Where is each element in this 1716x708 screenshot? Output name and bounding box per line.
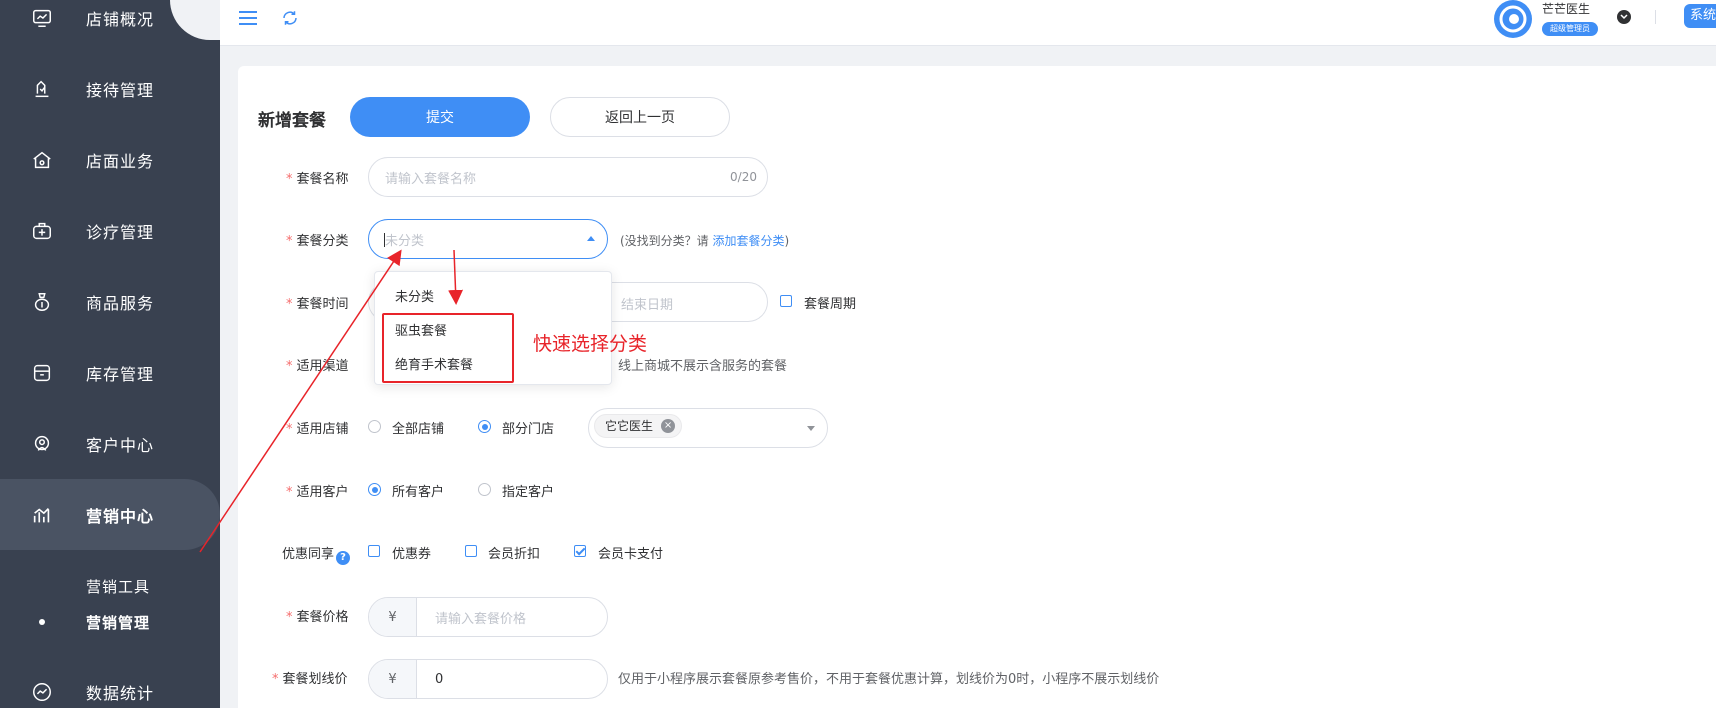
- add-category-link[interactable]: 添加套餐分类: [713, 234, 785, 248]
- store-tag: 它它医生 ×: [594, 414, 683, 438]
- sidebar-subitem-marketing-management[interactable]: 营销管理: [0, 604, 220, 640]
- customer-all-radio[interactable]: [368, 483, 381, 496]
- customer-specific-label: 指定客户: [502, 485, 555, 500]
- sidebar-item-label: 数据统计: [86, 683, 155, 703]
- sidebar-item-store-business[interactable]: 店面业务: [0, 124, 220, 195]
- sidebar-item-label: 库存管理: [86, 364, 155, 384]
- coupon-label: 优惠券: [392, 547, 432, 562]
- category-label: * 套餐分类: [286, 234, 349, 249]
- store-icon: [30, 148, 54, 172]
- sidebar-subitem-label: 营销工具: [86, 577, 151, 596]
- caret-up-icon: [587, 236, 595, 241]
- category-select[interactable]: 未分类: [368, 219, 608, 259]
- store-all-label: 全部店铺: [392, 422, 445, 437]
- sidebar-item-marketing[interactable]: 营销中心: [0, 479, 220, 550]
- back-button[interactable]: 返回上一页: [550, 97, 730, 137]
- name-counter: 0/20: [730, 170, 757, 184]
- chart-icon: [30, 503, 54, 527]
- store-partial-radio[interactable]: [478, 420, 491, 433]
- sidebar-subitem-label: 营销管理: [86, 613, 151, 632]
- help-icon[interactable]: ?: [336, 551, 351, 565]
- avatar[interactable]: [1494, 0, 1532, 38]
- name-label: * 套餐名称: [286, 172, 349, 187]
- channel-hint: 线上商城不展示含服务的套餐: [618, 359, 788, 374]
- menu-icon[interactable]: [236, 6, 260, 30]
- sidebar-item-label: 店面业务: [86, 151, 155, 171]
- top-header: 芒芒医生 超级管理员 系统: [220, 0, 1716, 46]
- sidebar-item-label: 接待管理: [86, 80, 155, 100]
- sidebar-item-label: 店铺概况: [86, 9, 155, 29]
- refresh-icon[interactable]: [278, 6, 302, 30]
- period-checkbox[interactable]: [780, 295, 792, 307]
- original-price-value: 0: [435, 671, 444, 687]
- original-price-hint: 仅用于小程序展示套餐原参考售价，不用于套餐优惠计算，划线价为0时，小程序不展示划…: [618, 672, 1160, 687]
- store-partial-label: 部分门店: [502, 422, 555, 437]
- clipboard-icon: [30, 77, 54, 101]
- member-card-label: 会员卡支付: [598, 547, 664, 562]
- store-label: * 适用店铺: [286, 422, 349, 437]
- user-name: 芒芒医生: [1542, 2, 1591, 16]
- currency-prefix: ¥: [369, 660, 417, 698]
- sidebar-item-statistics[interactable]: 数据统计: [0, 656, 220, 708]
- customer-label: * 适用客户: [286, 485, 349, 500]
- dropdown-option[interactable]: 未分类: [395, 286, 434, 305]
- caret-down-icon: [807, 426, 815, 431]
- active-dot-icon: [39, 619, 45, 625]
- customer-specific-radio[interactable]: [478, 483, 491, 496]
- store-tag-label: 它它医生: [605, 419, 654, 433]
- original-price-label: * 套餐划线价: [272, 672, 348, 687]
- category-hint: (没找到分类？请 添加套餐分类): [620, 234, 790, 248]
- currency-prefix: ¥: [369, 598, 417, 636]
- period-label: 套餐周期: [804, 297, 857, 312]
- submit-button[interactable]: 提交: [350, 97, 530, 137]
- sidebar-item-customers[interactable]: 客户中心: [0, 408, 220, 479]
- end-date-placeholder: 结束日期: [621, 298, 674, 313]
- customer-icon: [30, 432, 54, 456]
- annotation-text: 快速选择分类: [533, 333, 648, 355]
- original-price-input[interactable]: ¥ 0: [368, 659, 608, 699]
- sidebar: 店铺概况 接待管理 店面业务 诊疗管理 商品服务 库存管理 客户中心 营销中心 …: [0, 0, 220, 708]
- member-card-checkbox[interactable]: [574, 545, 586, 557]
- sidebar-item-medical[interactable]: 诊疗管理: [0, 195, 220, 266]
- price-placeholder: 请输入套餐价格: [435, 611, 527, 627]
- sidebar-item-inventory[interactable]: 库存管理: [0, 337, 220, 408]
- system-button[interactable]: 系统: [1684, 4, 1716, 28]
- member-discount-label: 会员折扣: [488, 547, 541, 562]
- coupon-checkbox[interactable]: [368, 545, 380, 557]
- annotation-highlight-box: [382, 313, 514, 383]
- sidebar-subitem-marketing-tools[interactable]: 营销工具: [0, 568, 220, 604]
- sidebar-item-label: 客户中心: [86, 435, 155, 455]
- sidebar-item-reception[interactable]: 接待管理: [0, 53, 220, 124]
- header-divider: [1655, 10, 1656, 24]
- chevron-down-icon[interactable]: [1617, 10, 1631, 24]
- member-discount-checkbox[interactable]: [465, 545, 477, 557]
- discount-label: 优惠同享?: [282, 543, 351, 565]
- channel-label: * 适用渠道: [286, 359, 349, 374]
- sidebar-item-label: 诊疗管理: [86, 222, 155, 242]
- medical-kit-icon: [30, 219, 54, 243]
- sidebar-item-products[interactable]: 商品服务: [0, 266, 220, 337]
- customer-all-label: 所有客户: [392, 485, 445, 500]
- archive-icon: [30, 361, 54, 385]
- sidebar-item-label: 营销中心: [86, 506, 155, 526]
- trend-icon: [30, 680, 54, 704]
- role-badge: 超级管理员: [1542, 22, 1598, 36]
- name-placeholder: 请输入套餐名称: [385, 171, 477, 187]
- category-placeholder: 未分类: [385, 233, 425, 249]
- bag-icon: [30, 290, 54, 314]
- name-input[interactable]: 请输入套餐名称 0/20: [368, 157, 768, 197]
- sidebar-item-label: 商品服务: [86, 293, 155, 313]
- close-icon[interactable]: ×: [661, 419, 676, 433]
- dashboard-icon: [30, 6, 54, 30]
- text-cursor: [384, 233, 385, 247]
- time-label: * 套餐时间: [286, 297, 349, 312]
- page-title: 新增套餐: [258, 111, 326, 131]
- price-label: * 套餐价格: [286, 610, 349, 625]
- price-input[interactable]: ¥ 请输入套餐价格: [368, 597, 608, 637]
- store-all-radio[interactable]: [368, 420, 381, 433]
